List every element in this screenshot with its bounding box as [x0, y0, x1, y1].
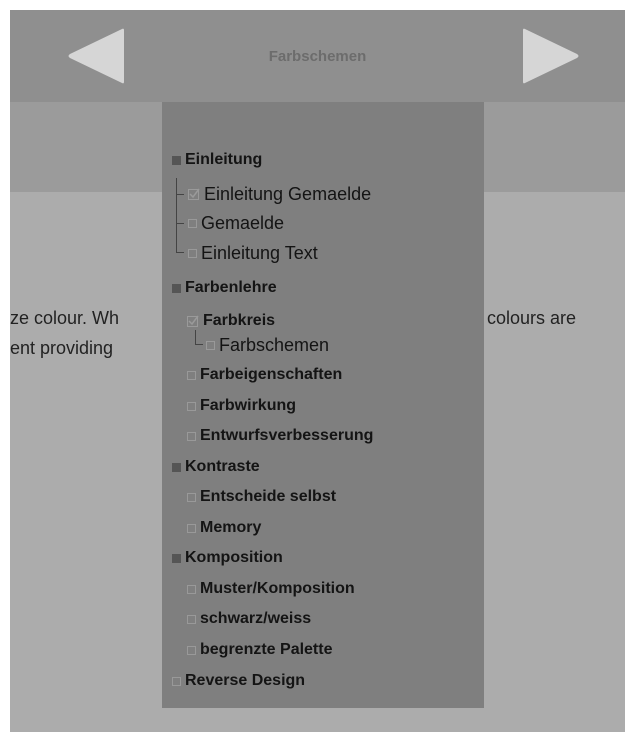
- menu-section-label: Reverse Design: [185, 672, 306, 689]
- menu-item-begrenzte-palette[interactable]: begrenzte Palette: [187, 638, 332, 662]
- unchecked-box-icon: [206, 340, 215, 350]
- unchecked-box-icon: [187, 614, 196, 624]
- content-text-fragment: ze colour. Wh: [10, 308, 120, 328]
- menu-item-label: Memory: [200, 519, 262, 536]
- tree-connector: [176, 178, 177, 252]
- menu-item-label: Einleitung Gemaelde: [204, 183, 372, 204]
- menu-section-label: Kontraste: [185, 458, 260, 475]
- unchecked-box-icon: [172, 676, 181, 686]
- menu-item-label: Farbeigenschaften: [200, 366, 343, 383]
- menu-section-farbenlehre[interactable]: Farbenlehre: [172, 276, 277, 300]
- tree-connector: [195, 344, 203, 345]
- content-text-fragment: e colours are: [472, 308, 577, 328]
- unchecked-box-icon: [187, 431, 196, 441]
- tree-connector: [176, 223, 184, 224]
- menu-item-label: Einleitung Text: [201, 242, 318, 263]
- next-page-button[interactable]: [521, 28, 581, 84]
- chapter-menu: Einleitung Einleitung Gemaelde Gemaelde …: [162, 102, 484, 708]
- menu-item-farbeigenschaften[interactable]: Farbeigenschaften: [187, 363, 342, 387]
- menu-item-label: Farbwirkung: [200, 397, 297, 414]
- app-frame: Farbschemen ze colour. Wh e colours are …: [10, 10, 625, 732]
- menu-item-label: Muster/Komposition: [200, 580, 355, 597]
- unchecked-box-icon: [187, 523, 196, 533]
- menu-item-label: Farbkreis: [203, 312, 276, 329]
- unchecked-box-icon: [187, 584, 196, 594]
- tree-connector: [176, 252, 184, 253]
- menu-section-kontraste[interactable]: Kontraste: [172, 455, 260, 479]
- triangle-right-icon: [523, 28, 579, 84]
- unchecked-box-icon: [187, 492, 196, 502]
- menu-item-label: begrenzte Palette: [200, 641, 333, 658]
- menu-section-einleitung[interactable]: Einleitung: [172, 148, 262, 172]
- menu-section-label: Einleitung: [185, 151, 263, 168]
- unchecked-box-icon: [188, 218, 197, 228]
- menu-item-schwarz-weiss[interactable]: schwarz/weiss: [187, 607, 311, 631]
- menu-item-entscheide-selbst[interactable]: Entscheide selbst: [187, 485, 336, 509]
- tree-connector: [176, 194, 184, 195]
- section-square-icon: [172, 155, 181, 165]
- content-text-fragment: ent providing: [10, 338, 114, 358]
- menu-item-label: Entwurfsverbesserung: [200, 427, 374, 444]
- unchecked-box-icon: [188, 248, 197, 258]
- menu-item-farbschemen[interactable]: Farbschemen: [206, 333, 329, 357]
- top-navigation-bar: Farbschemen: [10, 10, 625, 102]
- section-square-icon: [172, 283, 181, 293]
- menu-item-farbwirkung[interactable]: Farbwirkung: [187, 394, 296, 418]
- menu-item-label: Entscheide selbst: [200, 488, 337, 505]
- checkmark-icon: [188, 188, 200, 200]
- menu-item-gemaelde[interactable]: Gemaelde: [188, 211, 284, 235]
- unchecked-box-icon: [187, 645, 196, 655]
- section-square-icon: [172, 462, 181, 472]
- menu-item-label: Farbschemen: [219, 334, 330, 355]
- menu-item-farbkreis[interactable]: Farbkreis: [187, 309, 275, 333]
- unchecked-box-icon: [187, 370, 196, 380]
- menu-section-label: Farbenlehre: [185, 279, 277, 296]
- menu-item-memory[interactable]: Memory: [187, 516, 261, 540]
- menu-item-einleitung-gemaelde[interactable]: Einleitung Gemaelde: [188, 182, 371, 206]
- menu-item-einleitung-text[interactable]: Einleitung Text: [188, 241, 318, 265]
- menu-section-label: Komposition: [185, 549, 283, 566]
- menu-item-muster-komposition[interactable]: Muster/Komposition: [187, 577, 355, 601]
- menu-section-komposition[interactable]: Komposition: [172, 546, 283, 570]
- unchecked-box-icon: [187, 401, 196, 411]
- menu-item-label: Gemaelde: [201, 212, 285, 233]
- menu-item-label: schwarz/weiss: [200, 610, 312, 627]
- menu-item-entwurfsverbesserung[interactable]: Entwurfsverbesserung: [187, 424, 373, 448]
- menu-section-reverse-design[interactable]: Reverse Design: [172, 669, 305, 693]
- checkmark-icon: [187, 315, 199, 327]
- section-square-icon: [172, 553, 181, 563]
